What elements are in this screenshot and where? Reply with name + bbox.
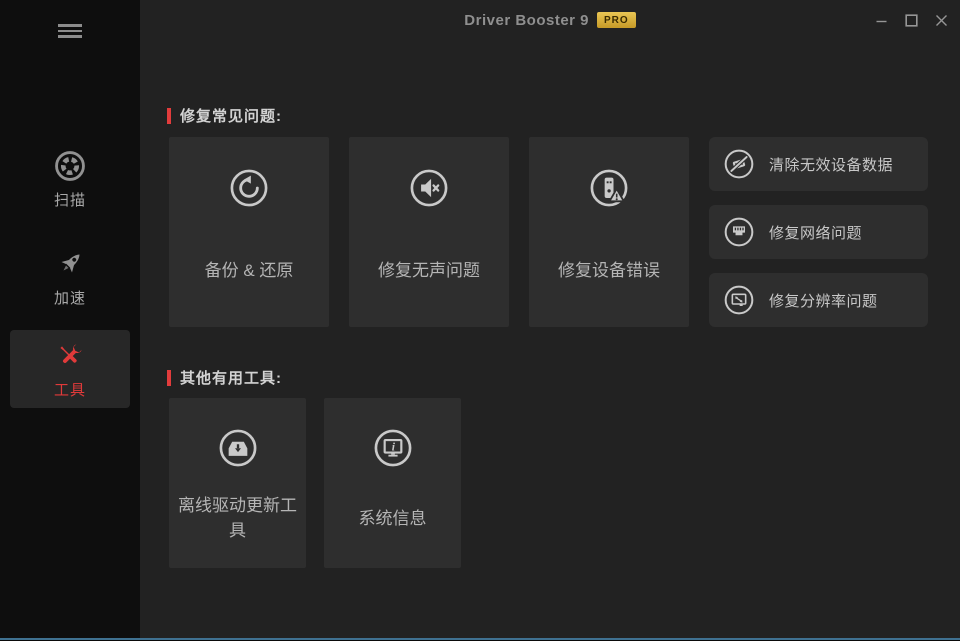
system-info-icon: i — [373, 428, 413, 468]
card-fix-no-sound[interactable]: 修复无声问题 — [349, 137, 509, 327]
card-label: 修复设备错误 — [535, 242, 683, 298]
app-window: 扫描 加速 工具 Driver Booster 9 PRO 修复常见问题: 备份… — [0, 0, 960, 641]
offline-driver-updater-icon — [218, 428, 258, 468]
sidebar-item-scan[interactable]: 扫描 — [10, 140, 130, 218]
common-problems-card-row: 备份 & 还原 修复无声问题 修复设备错误 — [169, 137, 689, 327]
sidebar-nav: 扫描 加速 工具 — [0, 0, 140, 638]
card-clean-device-data[interactable]: 清除无效设备数据 — [709, 137, 928, 191]
card-backup-restore[interactable]: 备份 & 还原 — [169, 137, 329, 327]
main-content: 修复常见问题: 备份 & 还原 修复无声问题 修复设备错误 清除无效设备数据 修… — [140, 0, 960, 638]
section-header-common-problems: 修复常见问题: — [167, 105, 282, 126]
section-header-other-tools: 其他有用工具: — [167, 367, 282, 388]
card-fix-network[interactable]: 修复网络问题 — [709, 205, 928, 259]
card-label: 清除无效设备数据 — [769, 154, 893, 175]
scan-icon — [53, 149, 87, 183]
card-label: 修复无声问题 — [355, 242, 503, 298]
resolution-icon — [723, 284, 755, 316]
card-label: 修复分辨率问题 — [769, 290, 878, 311]
backup-restore-icon — [229, 168, 269, 208]
sidebar: 扫描 加速 工具 — [0, 0, 140, 638]
red-accent-bar — [167, 370, 171, 386]
sidebar-item-label: 工具 — [54, 379, 86, 400]
sidebar-item-boost[interactable]: 加速 — [10, 238, 130, 316]
sidebar-item-label: 扫描 — [54, 189, 86, 210]
card-fix-device-error[interactable]: 修复设备错误 — [529, 137, 689, 327]
other-tools-card-row: 离线驱动更新工具 i 系统信息 — [169, 398, 461, 568]
sidebar-item-tools[interactable]: 工具 — [10, 330, 130, 408]
side-card-column: 清除无效设备数据 修复网络问题 修复分辨率问题 — [709, 137, 928, 327]
clean-device-data-icon — [723, 148, 755, 180]
card-offline-driver-updater[interactable]: 离线驱动更新工具 — [169, 398, 306, 568]
device-error-icon — [589, 168, 629, 208]
card-label: 离线驱动更新工具 — [175, 486, 300, 550]
card-label: 系统信息 — [330, 486, 455, 550]
card-system-info[interactable]: i 系统信息 — [324, 398, 461, 568]
sidebar-item-label: 加速 — [54, 287, 86, 308]
network-port-icon — [723, 216, 755, 248]
red-accent-bar — [167, 108, 171, 124]
card-label: 备份 & 还原 — [175, 242, 323, 298]
rocket-icon — [53, 247, 87, 281]
muted-speaker-icon — [409, 168, 449, 208]
card-label: 修复网络问题 — [769, 222, 862, 243]
tools-icon — [53, 339, 87, 373]
card-fix-resolution[interactable]: 修复分辨率问题 — [709, 273, 928, 327]
